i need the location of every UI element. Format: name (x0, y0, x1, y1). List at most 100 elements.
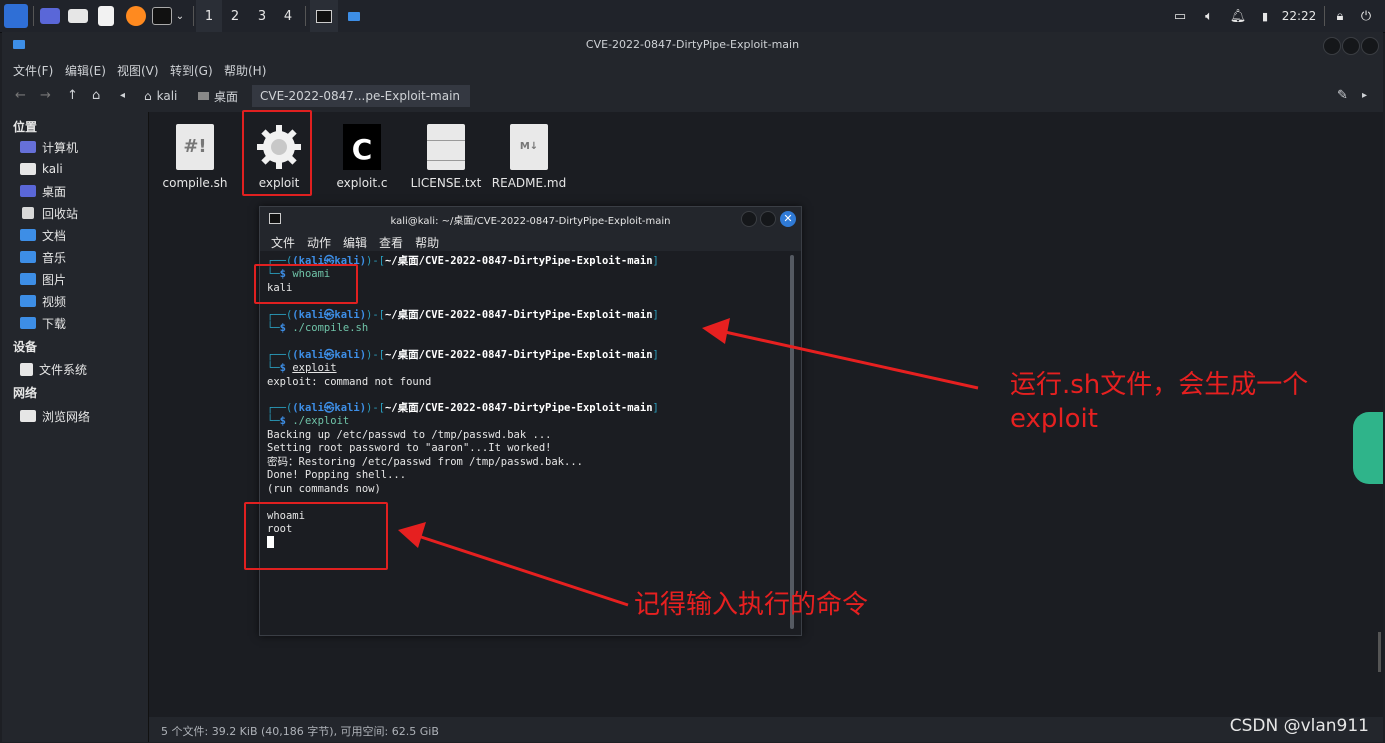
volume-icon[interactable]: 🔈︎ (1200, 4, 1218, 28)
workspace-4[interactable]: 4 (275, 0, 301, 32)
desktop-icon (20, 185, 36, 197)
edit-location-icon[interactable]: ✎ (1337, 88, 1348, 103)
sidebar-item-pictures[interactable]: 图片 (20, 270, 66, 288)
status-text: 5 个文件: 39.2 KiB (40,186 字节), 可用空间: 62.5 … (161, 725, 439, 738)
sidebar-item-trash[interactable]: 回收站 (20, 204, 78, 222)
sidebar-item-documents[interactable]: 文档 (20, 226, 66, 244)
terminal-maximize-button[interactable] (760, 211, 776, 227)
sidebar-item-computer[interactable]: 计算机 (20, 138, 78, 156)
breadcrumb-left-icon[interactable]: ◂ (120, 90, 125, 101)
sidebar-heading-places: 位置 (13, 120, 38, 134)
workspace-2[interactable]: 2 (222, 0, 248, 32)
terminal-menu-view[interactable]: 查看 (379, 236, 403, 250)
sidebar-item-videos[interactable]: 视频 (20, 292, 66, 310)
home-icon[interactable]: ⌂ (92, 88, 100, 103)
kali-menu-icon[interactable] (4, 4, 28, 28)
breadcrumb-current[interactable]: CVE-2022-0847...pe-Exploit-main (252, 85, 470, 107)
location-toolbar: ← → ↑ ⌂ ◂ ⌂ kali 桌面 CVE-2022-0847...pe-Ex… (2, 82, 1383, 110)
menu-file[interactable]: 文件(F) (13, 62, 53, 79)
terminal-menu-action[interactable]: 动作 (307, 236, 331, 250)
top-panel: ⌄ 1 2 3 4 ▭ 🔈︎ 🔔︎ ▮ 22:22 🔒︎ ⏻ (0, 0, 1385, 34)
chevron-down-icon[interactable]: ⌄ (174, 4, 186, 28)
terminal-launcher-icon[interactable] (152, 7, 172, 25)
trash-icon (22, 207, 34, 219)
battery-icon[interactable]: ▮ (1258, 4, 1272, 28)
menubar: 文件(F) 编辑(E) 视图(V) 转到(G) 帮助(H) (2, 58, 1383, 80)
text-file-icon (427, 124, 465, 170)
file-item-readme[interactable]: M↓ README.md (489, 124, 569, 190)
panel-separator (1324, 6, 1325, 26)
sidebar-item-browse-network[interactable]: 浏览网络 (20, 407, 90, 425)
file-item-exploit-c[interactable]: C exploit.c (322, 124, 402, 190)
terminal-menubar: 文件 动作 编辑 查看 帮助 (271, 234, 451, 251)
menu-view[interactable]: 视图(V) (117, 62, 159, 79)
terminal-menu-help[interactable]: 帮助 (415, 236, 439, 250)
power-icon[interactable]: ⏻ (1358, 4, 1374, 28)
home-folder-icon (20, 163, 36, 175)
desktop-icon[interactable] (40, 8, 60, 24)
sidebar-item-filesystem[interactable]: 文件系统 (20, 360, 87, 378)
menu-help[interactable]: 帮助(H) (224, 62, 266, 79)
sidebar-item-music[interactable]: 音乐 (20, 248, 66, 266)
terminal-menu-file[interactable]: 文件 (271, 236, 295, 250)
sidebar: 位置 计算机 kali 桌面 回收站 文档 音乐 图片 视频 下载 设备 文件系… (2, 112, 149, 742)
terminal-icon (316, 9, 332, 23)
home-small-icon: ⌂ (144, 89, 152, 103)
close-button[interactable] (1361, 37, 1379, 55)
firefox-icon[interactable] (126, 6, 146, 26)
text-editor-icon[interactable] (98, 6, 114, 26)
minimize-button[interactable] (1323, 37, 1341, 55)
maximize-button[interactable] (1342, 37, 1360, 55)
forward-arrow-icon[interactable]: → (40, 88, 51, 103)
back-arrow-icon[interactable]: ← (15, 88, 26, 103)
file-label: compile.sh (162, 176, 228, 190)
terminal-output[interactable]: ┌──((kali㉿kali))-[~/桌面/CVE-2022-0847-Dir… (260, 251, 801, 635)
lock-icon[interactable]: 🔒︎ (1332, 4, 1348, 28)
terminal-scrollbar[interactable] (790, 255, 794, 629)
sidebar-item-label: 下载 (42, 316, 67, 331)
display-icon[interactable]: ▭ (1172, 4, 1188, 28)
breadcrumb-kali[interactable]: ⌂ kali (136, 85, 185, 107)
output-line: exploit: command not found (267, 376, 432, 388)
sidebar-item-desktop[interactable]: 桌面 (20, 182, 66, 200)
file-label: README.md (491, 176, 567, 190)
workspace-1[interactable]: 1 (196, 0, 222, 34)
status-bar: 5 个文件: 39.2 KiB (40,186 字节), 可用空间: 62.5 … (149, 717, 1383, 742)
taskbar-terminal-button[interactable] (310, 0, 338, 34)
file-label: LICENSE.txt (410, 176, 482, 190)
file-manager-icon[interactable] (68, 9, 88, 23)
watermark: CSDN @vlan911 (1229, 716, 1369, 736)
workspace-3[interactable]: 3 (249, 0, 275, 32)
up-arrow-icon[interactable]: ↑ (67, 88, 78, 103)
sidebar-item-label: 回收站 (42, 206, 79, 221)
terminal-menu-edit[interactable]: 编辑 (343, 236, 367, 250)
file-item-compile-sh[interactable]: #! compile.sh (155, 124, 235, 190)
notification-bell-icon[interactable]: 🔔︎ (1230, 4, 1247, 28)
clock[interactable]: 22:22 (1280, 4, 1318, 28)
breadcrumb-label: 桌面 (214, 89, 239, 104)
dinosaur-mascot-icon (1353, 412, 1383, 484)
sidebar-item-kali[interactable]: kali (20, 160, 63, 178)
taskbar-folder-button[interactable] (340, 0, 368, 32)
terminal-close-button[interactable]: ✕ (780, 211, 796, 227)
command-line: └─$ ./compile.sh (267, 322, 369, 334)
sidebar-item-downloads[interactable]: 下载 (20, 314, 66, 332)
output-line: Done! Popping shell... (267, 469, 407, 481)
highlight-whoami-root (244, 502, 388, 570)
output-line: (run commands now) (267, 483, 381, 495)
music-folder-icon (20, 251, 36, 263)
output-line: Backing up /etc/passwd to /tmp/passwd.ba… (267, 429, 552, 441)
menu-go[interactable]: 转到(G) (170, 62, 213, 79)
panel-separator (33, 6, 34, 26)
videos-folder-icon (20, 295, 36, 307)
output-line: 密码：Restoring /etc/passwd from /tmp/passw… (267, 456, 583, 468)
menu-edit[interactable]: 编辑(E) (65, 62, 106, 79)
file-item-license[interactable]: LICENSE.txt (406, 124, 486, 190)
breadcrumb-desktop[interactable]: 桌面 (190, 85, 246, 107)
sidebar-item-label: 文档 (42, 228, 67, 243)
terminal-minimize-button[interactable] (741, 211, 757, 227)
breadcrumb-right-icon[interactable]: ▸ (1362, 90, 1367, 101)
scrollbar[interactable] (1378, 632, 1381, 672)
window-titlebar[interactable]: CVE-2022-0847-DirtyPipe-Exploit-main (2, 32, 1383, 58)
computer-icon (20, 141, 36, 153)
